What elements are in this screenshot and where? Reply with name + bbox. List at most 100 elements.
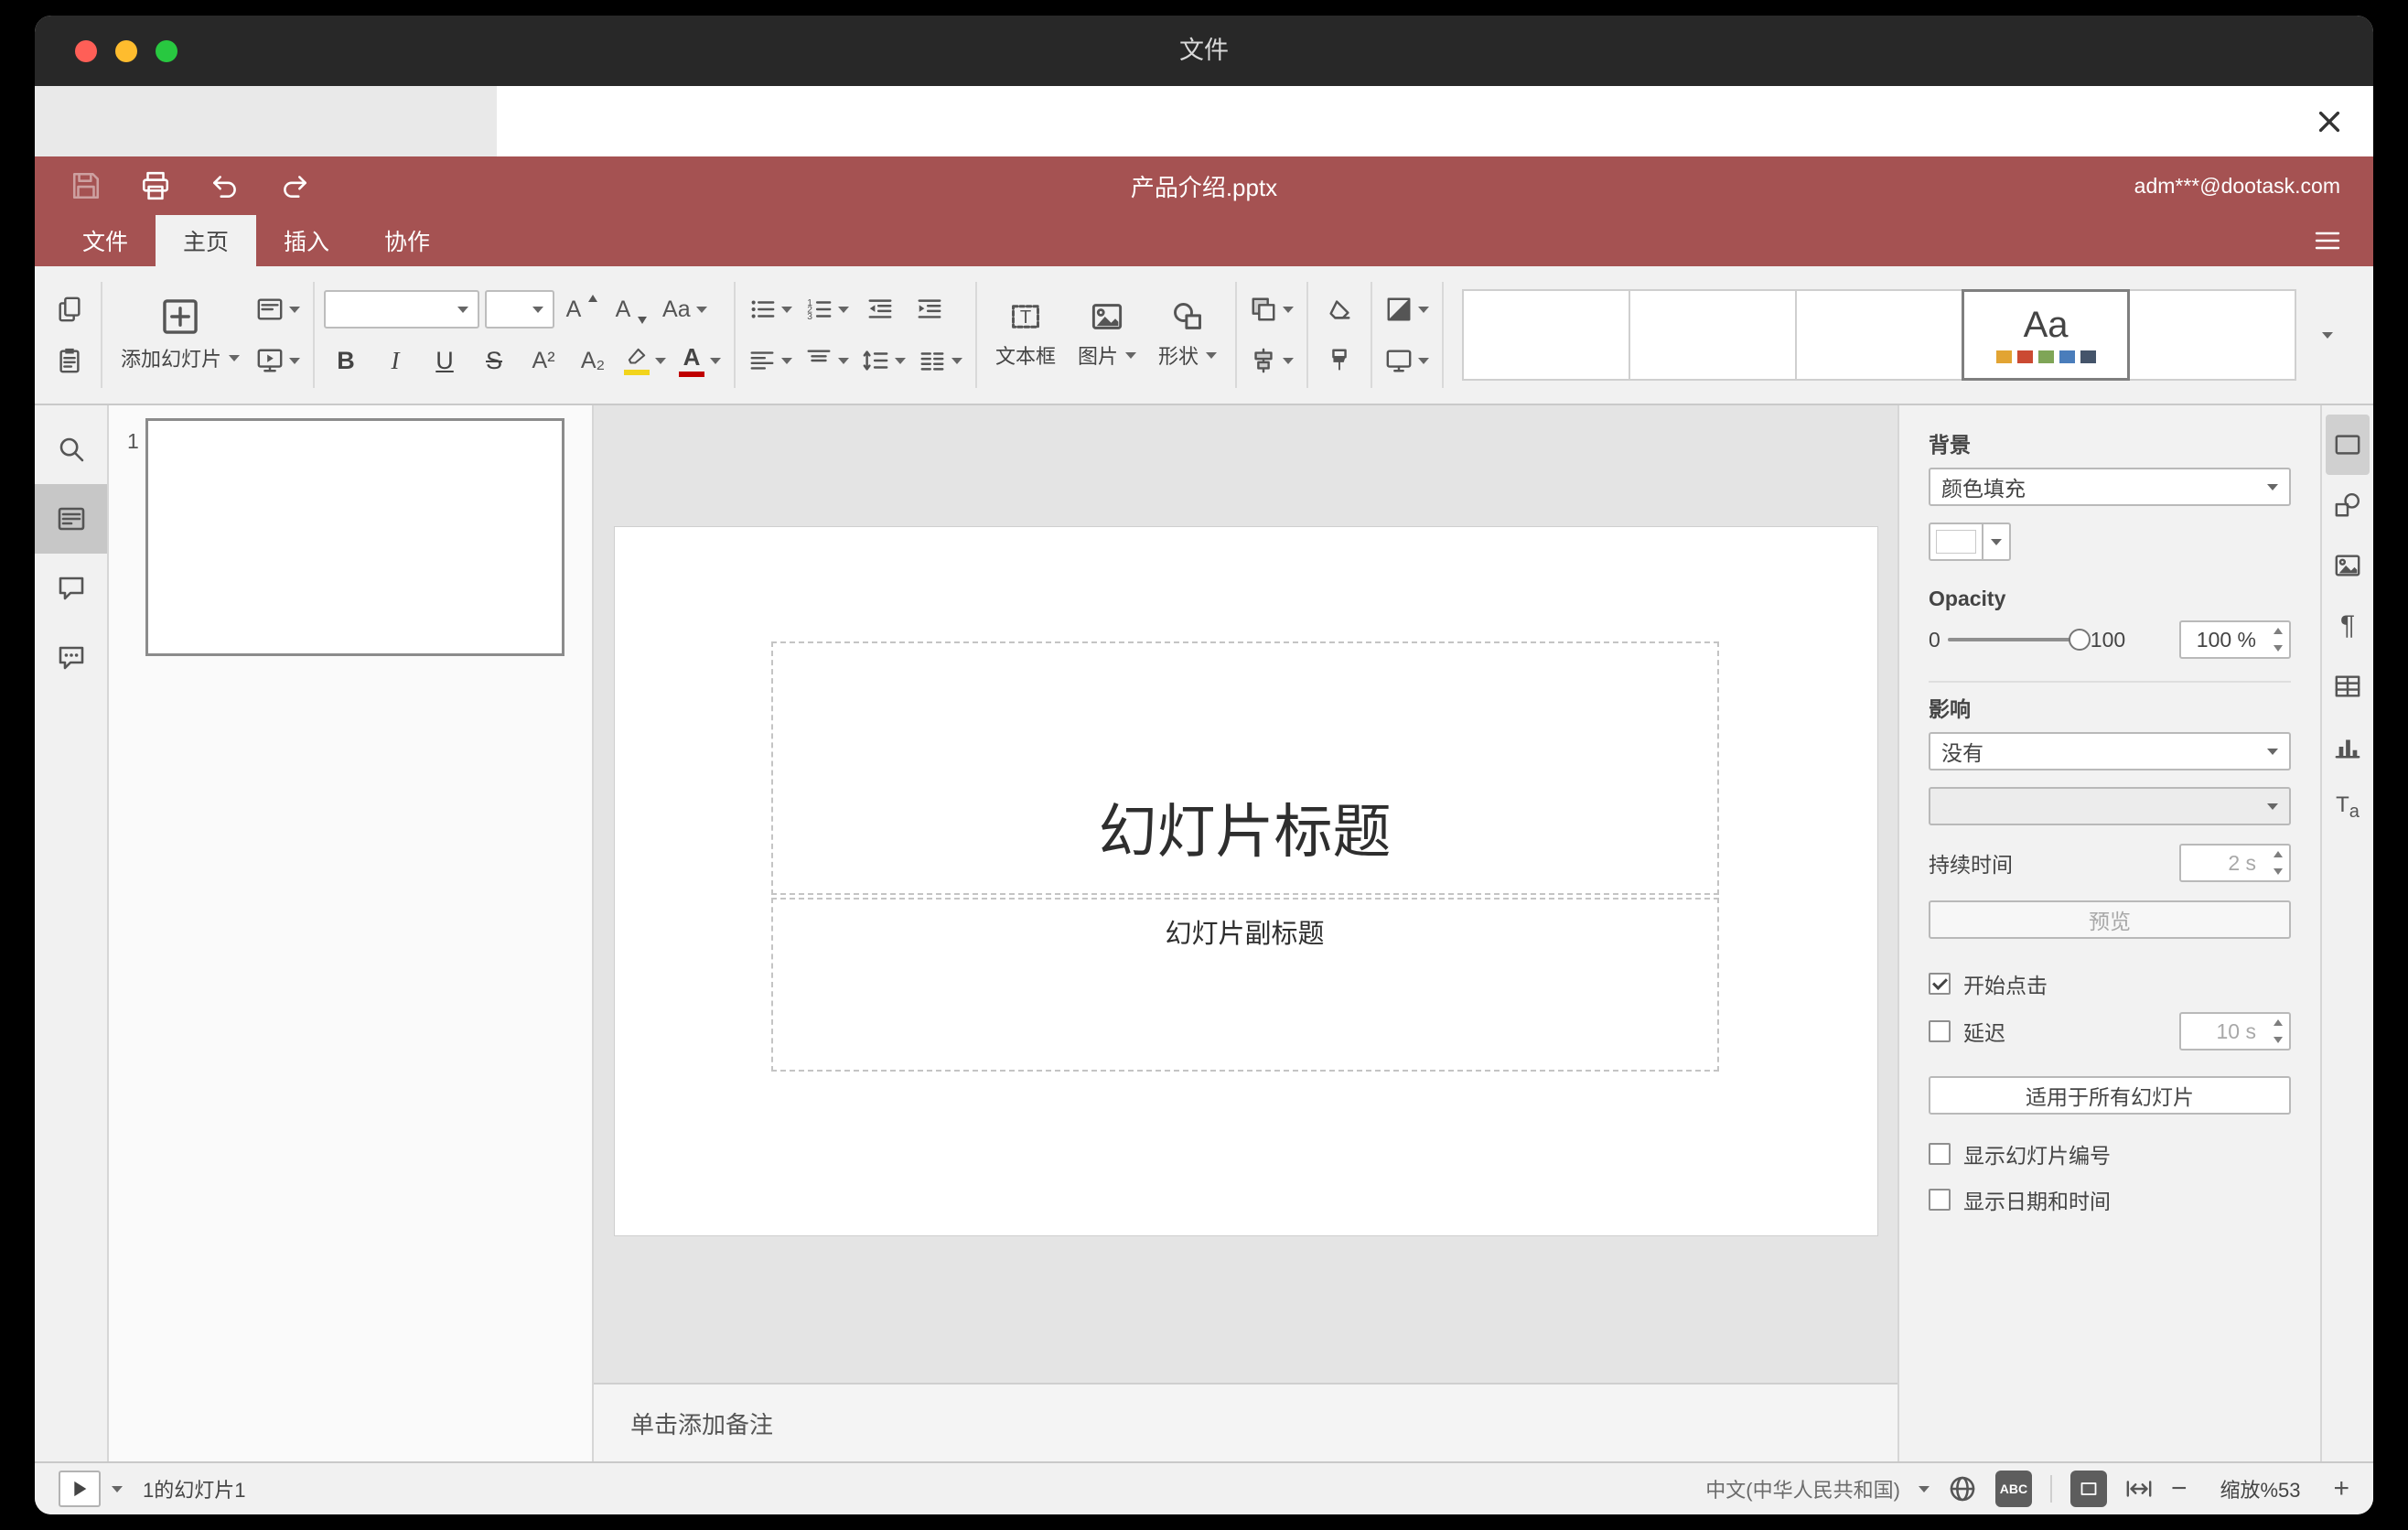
- add-slide-button[interactable]: 添加幻灯片: [112, 281, 249, 389]
- opacity-spinner[interactable]: 100 %: [2179, 620, 2291, 659]
- slide-subtitle-placeholder[interactable]: 幻灯片副标题: [770, 898, 1719, 1072]
- zoom-in-button[interactable]: +: [2333, 1475, 2349, 1503]
- slide[interactable]: 幻灯片标题 幻灯片副标题: [613, 526, 1878, 1236]
- slide-thumbnail[interactable]: [145, 418, 564, 656]
- copy-button[interactable]: [48, 287, 91, 331]
- increase-font-button[interactable]: A: [560, 287, 604, 331]
- opacity-slider[interactable]: [1947, 629, 2091, 651]
- apply-to-all-slides-button[interactable]: 适用于所有幻灯片: [1929, 1076, 2291, 1115]
- save-button[interactable]: [68, 167, 104, 204]
- chat-button[interactable]: [35, 623, 107, 693]
- subscript-button[interactable]: A₂: [571, 339, 615, 382]
- insert-image-button[interactable]: 图片: [1069, 281, 1145, 389]
- transition-effect-select[interactable]: 没有: [1929, 732, 2291, 770]
- tab-file[interactable]: 文件: [55, 215, 156, 266]
- align-shapes-button[interactable]: [1246, 339, 1297, 382]
- slide-layout-button[interactable]: [253, 287, 304, 331]
- image-settings-button[interactable]: [2326, 535, 2370, 596]
- vertical-align-button[interactable]: [801, 339, 853, 382]
- spinner-down-icon[interactable]: [2274, 645, 2283, 652]
- background-fill-select[interactable]: 颜色填充: [1929, 468, 2291, 506]
- theme-option[interactable]: [2128, 289, 2297, 381]
- spellcheck-button[interactable]: ABC: [1994, 1471, 2032, 1507]
- divider: [2049, 1475, 2052, 1503]
- insert-textbox-button[interactable]: T 文本框: [986, 281, 1065, 389]
- theme-option[interactable]: [1629, 289, 1798, 381]
- chart-settings-button[interactable]: [2326, 717, 2370, 777]
- shape-settings-button[interactable]: [2326, 475, 2370, 535]
- underline-button[interactable]: U: [423, 339, 467, 382]
- tab-home[interactable]: 主页: [156, 215, 257, 266]
- superscript-button[interactable]: A²: [521, 339, 565, 382]
- undo-button[interactable]: [207, 167, 243, 204]
- font-color-button[interactable]: A: [675, 339, 725, 382]
- window-close-button[interactable]: [75, 39, 97, 62]
- start-slideshow-statusbar-button[interactable]: [59, 1471, 101, 1507]
- slide-canvas[interactable]: 幻灯片标题 幻灯片副标题: [594, 405, 1897, 1383]
- delay-value: 10 s: [2216, 1018, 2256, 1043]
- arrange-shapes-button[interactable]: [1246, 287, 1297, 331]
- show-date-time-checkbox[interactable]: [1929, 1189, 1951, 1211]
- highlight-color-button[interactable]: [620, 339, 670, 382]
- bullets-button[interactable]: [745, 287, 796, 331]
- delay-checkbox[interactable]: [1929, 1020, 1951, 1042]
- paragraph-settings-icon: ¶: [2339, 610, 2356, 641]
- zoom-out-button[interactable]: −: [2171, 1475, 2188, 1503]
- paste-button[interactable]: [48, 339, 91, 382]
- tab-collaboration[interactable]: 协作: [357, 215, 457, 266]
- show-slide-number-checkbox[interactable]: [1929, 1143, 1951, 1165]
- theme-option[interactable]: [1462, 289, 1631, 381]
- theme-option[interactable]: [1795, 289, 1964, 381]
- fit-width-button[interactable]: [2125, 1475, 2153, 1503]
- set-language-button[interactable]: [1948, 1474, 1977, 1503]
- window-minimize-button[interactable]: [115, 39, 137, 62]
- print-button[interactable]: [137, 167, 174, 204]
- table-settings-button[interactable]: [2326, 656, 2370, 717]
- decrease-indent-button[interactable]: [858, 287, 902, 331]
- spinner-up-icon[interactable]: [2274, 628, 2283, 634]
- slide-size-button[interactable]: [1381, 339, 1433, 382]
- horizontal-align-button[interactable]: [745, 339, 796, 382]
- decrease-font-button[interactable]: A: [609, 287, 653, 331]
- chevron-down-icon[interactable]: [112, 1485, 123, 1492]
- italic-button[interactable]: I: [373, 339, 417, 382]
- language-label[interactable]: 中文(中华人民共和国): [1705, 1474, 1900, 1503]
- close-icon[interactable]: [2311, 103, 2348, 140]
- slide-settings-button[interactable]: [2326, 415, 2370, 475]
- fit-slide-button[interactable]: [2069, 1471, 2107, 1507]
- columns-button[interactable]: [915, 339, 966, 382]
- font-size-select[interactable]: [485, 290, 555, 329]
- textart-settings-button[interactable]: Ta: [2326, 777, 2370, 837]
- search-button[interactable]: [35, 415, 107, 484]
- color-scheme-button[interactable]: [1381, 287, 1433, 331]
- redo-button[interactable]: [276, 167, 313, 204]
- increase-indent-button[interactable]: [908, 287, 951, 331]
- font-name-select[interactable]: [324, 290, 480, 329]
- copy-style-button[interactable]: [1317, 339, 1361, 382]
- clear-style-button[interactable]: [1317, 287, 1361, 331]
- comments-button[interactable]: [35, 554, 107, 623]
- start-on-click-checkbox[interactable]: [1929, 973, 1951, 995]
- numbering-button[interactable]: 123: [801, 287, 853, 331]
- opacity-max-label: 100: [2090, 627, 2126, 652]
- theme-gallery-expand-button[interactable]: [2307, 289, 2348, 381]
- notes-area[interactable]: 单击添加备注: [594, 1383, 1897, 1461]
- change-case-button[interactable]: Aa: [659, 287, 711, 331]
- chevron-down-icon: [781, 357, 793, 364]
- bold-button[interactable]: B: [324, 339, 368, 382]
- line-spacing-button[interactable]: [858, 339, 909, 382]
- paragraph-settings-button[interactable]: ¶: [2326, 596, 2370, 656]
- columns-icon: [920, 352, 944, 371]
- slides-panel-button[interactable]: [35, 484, 107, 554]
- theme-option-selected[interactable]: Aa: [1962, 289, 2131, 381]
- strikethrough-button[interactable]: S: [472, 339, 516, 382]
- tab-insert[interactable]: 插入: [256, 215, 357, 266]
- menu-button[interactable]: [2313, 215, 2342, 266]
- chevron-down-icon[interactable]: [1918, 1485, 1930, 1492]
- insert-shape-button[interactable]: 形状: [1149, 281, 1226, 389]
- opacity-slider-knob[interactable]: [2068, 629, 2091, 651]
- slide-title-placeholder[interactable]: 幻灯片标题: [770, 641, 1719, 895]
- window-zoom-button[interactable]: [156, 39, 177, 62]
- fill-color-picker[interactable]: [1929, 523, 2011, 561]
- start-slideshow-button[interactable]: [253, 339, 304, 382]
